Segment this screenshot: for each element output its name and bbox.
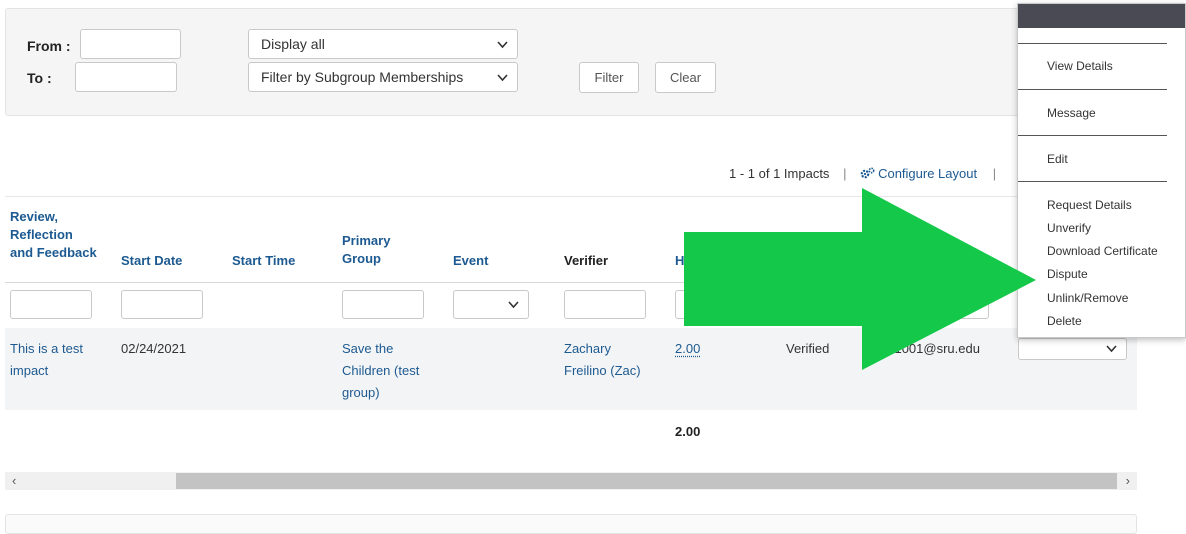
pager-separator-2: | [992, 166, 997, 181]
verifier-line: Freilino (Zac) [564, 363, 641, 378]
col-review-header-line: Review, [10, 209, 58, 224]
review-link-line: This is a test [10, 341, 83, 356]
display-select-value: Display all [261, 36, 325, 52]
col-review-header-line: and Feedback [10, 245, 97, 260]
chevron-down-icon [508, 301, 519, 309]
col-review-header[interactable]: Review, Reflection and Feedback [10, 208, 97, 262]
menu-item-view-details[interactable]: View Details [1047, 59, 1113, 73]
status-cell: Verified [786, 341, 830, 356]
menu-item-dispute[interactable]: Dispute [1047, 267, 1088, 281]
email-filter-input[interactable] [905, 290, 989, 319]
chevron-down-icon [497, 41, 508, 49]
col-event-header[interactable]: Event [453, 252, 488, 270]
row-actions-select[interactable] [1018, 338, 1127, 360]
total-hours: 2.00 [675, 424, 701, 439]
menu-header-bar [1018, 4, 1185, 28]
menu-item-message[interactable]: Message [1047, 106, 1096, 120]
bottom-panel [5, 514, 1137, 534]
col-primary-header-line: Group [342, 251, 381, 266]
col-primary-header-line: Primary [342, 233, 391, 248]
primary-group-line: Children (test [342, 363, 420, 378]
menu-item-request-details[interactable]: Request Details [1047, 198, 1132, 212]
chevron-down-icon [497, 74, 508, 82]
pager-bar: 1 - 1 of 1 Impacts | Configure Layout | [729, 166, 996, 181]
subgroup-select[interactable]: Filter by Subgroup Memberships [248, 62, 518, 92]
col-hours-header[interactable]: He [675, 252, 692, 270]
menu-item-unverify[interactable]: Unverify [1047, 221, 1091, 235]
start-date-filter-input[interactable] [121, 290, 203, 319]
col-start-time-header[interactable]: Start Time [232, 252, 295, 270]
impact-count: 1 - 1 of 1 Impacts [729, 166, 830, 181]
scroll-right-icon[interactable]: › [1126, 474, 1130, 487]
col-verifier-header: Verifier [564, 253, 609, 268]
primary-group-line: group) [342, 385, 380, 400]
to-label: To : [27, 70, 52, 86]
menu-divider [1018, 43, 1167, 44]
menu-item-download-certificate[interactable]: Download Certificate [1047, 244, 1158, 258]
review-link[interactable]: This is a test impact [10, 338, 83, 382]
primary-group-line: Save the [342, 341, 394, 356]
primary-group-filter-input[interactable] [342, 290, 424, 319]
start-date-cell: 02/24/2021 [121, 341, 187, 356]
col-start-date-header[interactable]: Start Date [121, 252, 182, 270]
primary-group-link[interactable]: Save the Children (test group) [342, 338, 419, 404]
gears-icon [860, 167, 875, 179]
chevron-down-icon [1106, 345, 1117, 353]
menu-divider [1018, 135, 1167, 136]
clear-button[interactable]: Clear [655, 62, 716, 93]
menu-item-edit[interactable]: Edit [1047, 152, 1068, 166]
filter-button[interactable]: Filter [579, 62, 639, 93]
review-filter-input[interactable] [10, 290, 92, 319]
event-filter-select[interactable] [453, 290, 529, 319]
menu-item-unlink-remove[interactable]: Unlink/Remove [1047, 291, 1128, 305]
actions-dropdown-menu: View Details Message Edit Request Detail… [1017, 3, 1186, 338]
display-select[interactable]: Display all [248, 29, 518, 59]
header-divider [5, 282, 1137, 283]
horizontal-scrollbar[interactable]: ‹ › [5, 472, 1137, 490]
from-date-input[interactable] [80, 29, 181, 59]
configure-layout-link[interactable]: Configure Layout [860, 166, 981, 181]
menu-item-delete[interactable]: Delete [1047, 314, 1082, 328]
menu-divider [1018, 181, 1167, 182]
review-link-line: impact [10, 363, 49, 378]
scroll-left-icon[interactable]: ‹ [12, 474, 16, 487]
hours-value: 2.00 [675, 341, 701, 356]
subgroup-select-value: Filter by Subgroup Memberships [261, 69, 464, 85]
verifier-link[interactable]: Zachary Freilino (Zac) [564, 338, 641, 382]
menu-divider [1018, 89, 1167, 90]
from-label: From : [27, 38, 71, 54]
hours-filter-input[interactable] [675, 290, 757, 319]
pager-separator: | [843, 166, 847, 181]
email-cell: en1001@sru.edu [880, 341, 980, 356]
hours-cell[interactable]: 2.00 [675, 338, 700, 360]
to-date-input[interactable] [75, 62, 177, 92]
col-primary-group-header[interactable]: Primary Group [342, 232, 390, 268]
scrollbar-thumb[interactable] [176, 473, 1117, 489]
verifier-line: Zachary [564, 341, 611, 356]
col-review-header-line: Reflection [10, 227, 73, 242]
configure-layout-label: Configure Layout [878, 166, 978, 181]
verifier-filter-input[interactable] [564, 290, 646, 319]
